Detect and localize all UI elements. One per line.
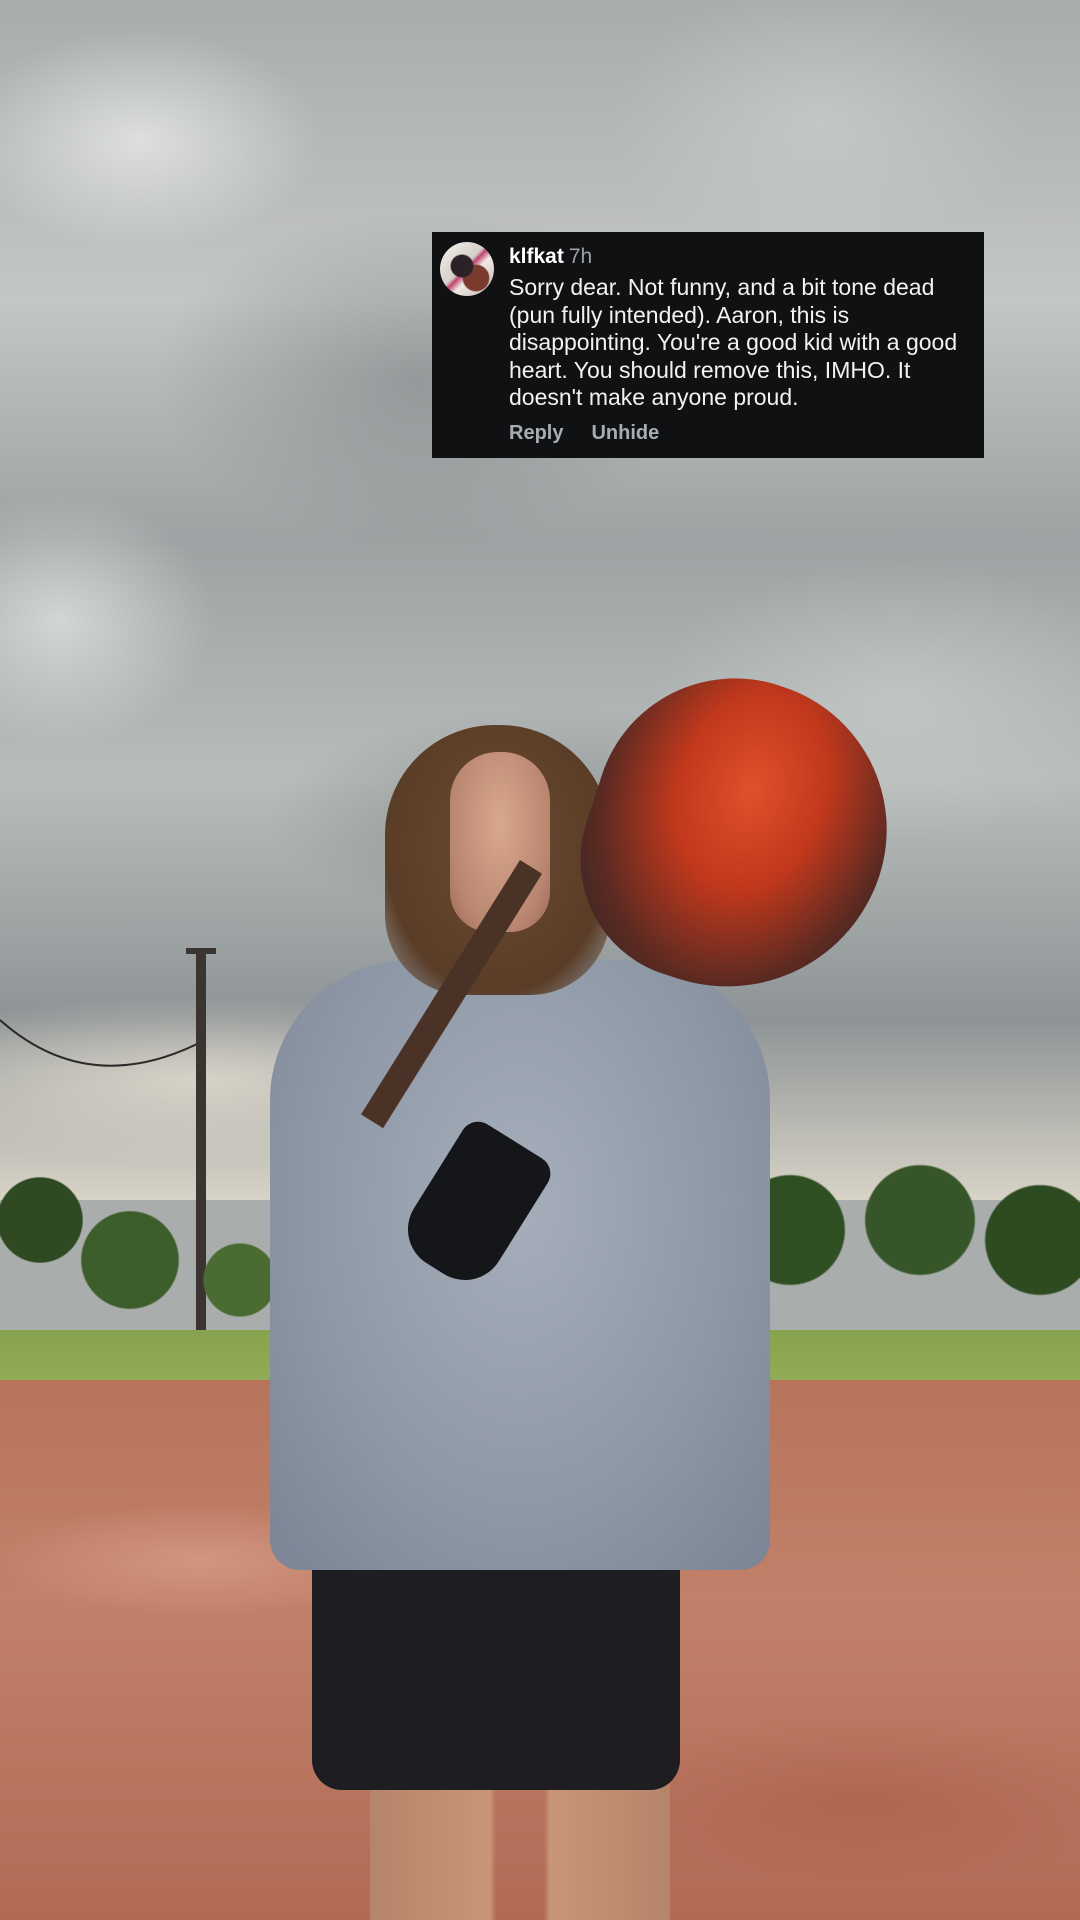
unhide-button[interactable]: Unhide bbox=[591, 422, 659, 445]
comment-timestamp: 7h bbox=[568, 245, 593, 268]
power-line-wire bbox=[0, 1019, 206, 1067]
comment-actions: Reply Unhide bbox=[509, 422, 687, 445]
person-shirt bbox=[270, 960, 770, 1570]
post-photo: klfkat 7h Sorry dear. Not funny, and a bi… bbox=[0, 0, 1080, 1920]
comment-card: klfkat 7h Sorry dear. Not funny, and a bi… bbox=[432, 232, 984, 458]
comment-text: Sorry dear. Not funny, and a bit tone de… bbox=[509, 274, 958, 410]
username[interactable]: klfkat bbox=[509, 245, 564, 268]
comment-header: klfkat 7h bbox=[509, 242, 592, 272]
reply-button[interactable]: Reply bbox=[509, 422, 563, 445]
avatar[interactable] bbox=[440, 242, 494, 296]
